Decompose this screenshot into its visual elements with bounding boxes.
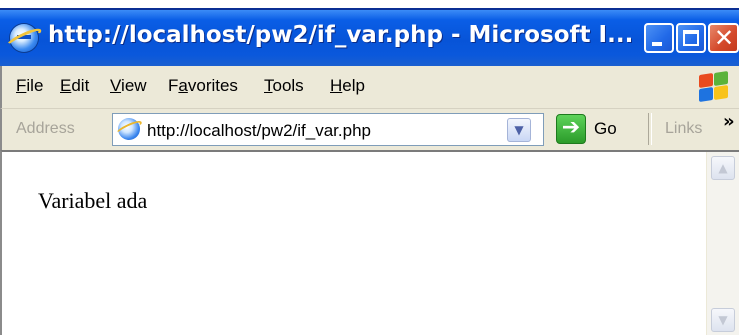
close-icon: ✕ (713, 24, 735, 52)
browser-window: http://localhost/pw2/if_var.php - Micros… (0, 0, 739, 335)
menu-edit-accel: E (60, 76, 72, 95)
ie-app-icon[interactable] (10, 24, 38, 52)
window-title: http://localhost/pw2/if_var.php - Micros… (48, 22, 634, 48)
minimize-icon (652, 42, 662, 46)
menu-view[interactable]: View (110, 76, 147, 96)
toolbar-separator (648, 113, 652, 145)
menu-tools-rest: ools (272, 76, 304, 95)
maximize-button[interactable] (676, 23, 706, 53)
address-label: Address (16, 120, 75, 137)
go-label[interactable]: Go (594, 119, 617, 139)
menu-file[interactable]: File (16, 76, 43, 96)
menu-view-accel: V (110, 76, 122, 95)
menu-favorites-pre: F (168, 76, 179, 95)
scroll-down-icon[interactable]: ▼ (711, 308, 735, 332)
title-bar[interactable]: http://localhost/pw2/if_var.php - Micros… (0, 8, 739, 66)
close-button[interactable]: ✕ (708, 23, 739, 53)
menu-favorites-rest: vorites (187, 76, 238, 95)
address-bar: Address http://localhost/pw2/if_var.php … (0, 108, 739, 150)
menu-help[interactable]: Help (330, 76, 365, 96)
menu-bar: File Edit View Favorites Tools Help (0, 66, 739, 108)
menu-help-rest: elp (342, 76, 365, 95)
scroll-up-icon[interactable]: ▲ (711, 156, 735, 180)
menu-view-rest: iew (121, 76, 147, 95)
maximize-icon (683, 30, 699, 46)
menu-edit-rest: dit (71, 76, 90, 95)
vertical-scrollbar[interactable]: ▲ ▼ (706, 152, 739, 335)
go-arrow-icon: ➔ (561, 115, 581, 140)
address-input[interactable]: http://localhost/pw2/if_var.php ▼ (112, 113, 544, 146)
dropdown-arrow-icon[interactable]: ▼ (507, 118, 531, 142)
ie-page-icon (118, 118, 140, 140)
menu-favorites[interactable]: Favorites (168, 76, 238, 96)
menu-favorites-accel: a (178, 76, 188, 95)
menu-tools-accel: T (264, 76, 273, 95)
menu-tools[interactable]: Tools (264, 76, 304, 96)
address-url[interactable]: http://localhost/pw2/if_var.php (147, 121, 371, 141)
page-content: Variabel ada ▲ ▼ (0, 150, 739, 335)
go-button[interactable]: ➔ (556, 114, 586, 144)
links-label[interactable]: Links (665, 120, 702, 138)
minimize-button[interactable] (644, 23, 674, 53)
chevron-right-icon[interactable]: » (723, 111, 735, 132)
menu-file-rest: ile (26, 76, 44, 95)
menu-file-accel: F (16, 76, 27, 95)
page-text: Variabel ada (38, 188, 148, 213)
windows-logo-icon (694, 69, 732, 105)
menu-help-accel: H (330, 76, 343, 95)
menu-edit[interactable]: Edit (60, 76, 89, 96)
